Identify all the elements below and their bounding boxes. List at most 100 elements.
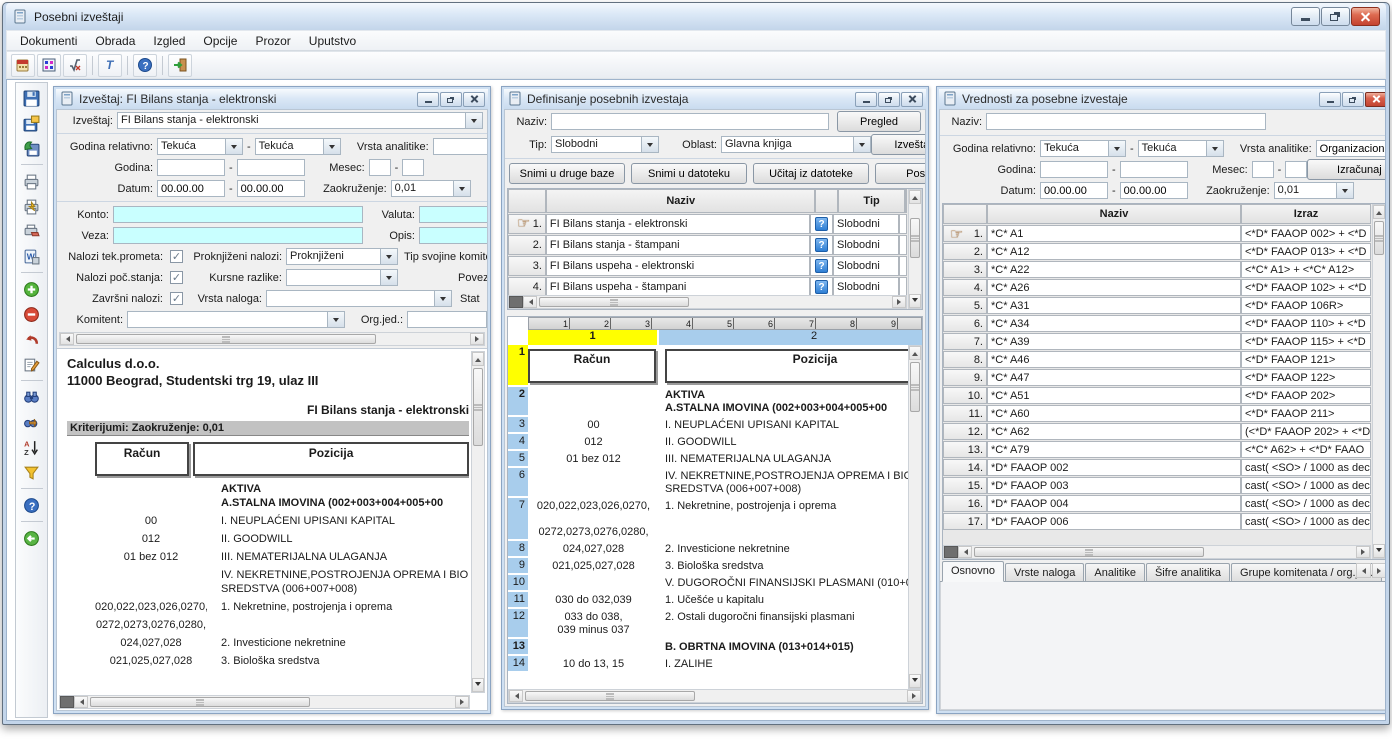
datum-to-input[interactable] <box>1120 182 1188 199</box>
grid-cell-pozicija-header[interactable]: Pozicija <box>665 349 922 383</box>
scroll-right-icon[interactable] <box>1356 546 1370 558</box>
grid-cell-pozicija[interactable]: AKTIVA A.STALNA IMOVINA (002+003+004+005… <box>659 387 922 417</box>
question-icon[interactable]: ? <box>815 280 828 294</box>
scroll-right-icon[interactable] <box>907 690 921 702</box>
komitent-select[interactable] <box>127 311 345 328</box>
vertical-scrollbar[interactable] <box>471 351 485 693</box>
grid-cell-pozicija[interactable]: V. DUGOROČNI FINANSIJSKI PLASMANI (010+0… <box>659 575 922 592</box>
help-side-button[interactable]: ? <box>20 494 44 516</box>
row-header-1[interactable]: 1 <box>508 345 528 387</box>
grid-cell-pozicija[interactable]: I. NEUPLAĆENI UPISANI KAPITAL <box>659 417 922 434</box>
tab[interactable]: Analitike <box>1085 563 1145 581</box>
vertical-scrollbar[interactable] <box>1372 204 1386 559</box>
vertical-scrollbar[interactable] <box>908 345 922 689</box>
grid-row[interactable]: 8 024,027,028 2. Investicione nekretnine <box>508 541 907 558</box>
row-header[interactable]: 6 <box>508 468 528 498</box>
orgjed-input[interactable] <box>407 311 487 328</box>
table-row[interactable]: 10. *C* A51 <*D* FAAOP 202> <box>943 386 1371 404</box>
grid-cell-racun[interactable]: 00 <box>528 417 659 434</box>
vrsta-analitike-input[interactable] <box>1316 140 1386 157</box>
row-header[interactable]: 4 <box>508 434 528 451</box>
grid-cell-racun[interactable] <box>528 575 659 592</box>
horizontal-scrollbar[interactable] <box>59 332 485 346</box>
table-row[interactable]: 9. *C* A47 <*D* FAAOP 122> <box>943 368 1371 386</box>
save-as-button[interactable] <box>20 112 44 134</box>
filter-button[interactable] <box>20 461 44 483</box>
chevron-down-icon[interactable] <box>435 290 452 307</box>
konto-input[interactable] <box>113 206 363 223</box>
vrsta-analitike-input[interactable] <box>433 138 488 155</box>
horizontal-scrollbar[interactable] <box>59 695 470 709</box>
scroll-up-icon[interactable] <box>472 352 484 366</box>
chevron-down-icon[interactable] <box>466 112 483 129</box>
close-button[interactable] <box>901 92 923 107</box>
chevron-down-icon[interactable] <box>854 136 871 153</box>
back-button[interactable] <box>20 527 44 549</box>
scroll-right-icon[interactable] <box>892 296 906 308</box>
datum-to-input[interactable] <box>237 180 305 197</box>
grid-row[interactable]: 3 00 I. NEUPLAĆENI UPISANI KAPITAL <box>508 417 907 434</box>
scroll-left-icon[interactable] <box>60 333 74 345</box>
menu-item[interactable]: Dokumenti <box>11 32 86 50</box>
proknjizeni-select[interactable]: Proknjiženi <box>286 248 398 265</box>
grid-cell-racun[interactable]: 024,027,028 <box>528 541 659 558</box>
doc-export-button[interactable]: W <box>20 245 44 267</box>
table-row[interactable]: 11. *C* A60 <*D* FAAOP 211> <box>943 404 1371 422</box>
horizontal-scrollbar[interactable] <box>508 689 922 703</box>
print-tag-button[interactable] <box>20 220 44 242</box>
table-row[interactable]: 2. *C* A12 <*D* FAAOP 013> + <*D <box>943 242 1371 260</box>
godina-rel-to-select[interactable]: Tekuća <box>255 138 341 155</box>
ucitaj-iz-datoteke-button[interactable]: Učitaj iz datoteke <box>753 163 869 184</box>
grid-body[interactable]: 1 Račun Pozicija 2 AKTIVA A.STALNA IMOVI… <box>508 345 922 689</box>
export-data-button[interactable] <box>20 137 44 159</box>
undo-button[interactable] <box>20 328 44 350</box>
grid-cell-pozicija[interactable]: IV. NEKRETNINE,POSTROJENJA OPREMA I BIOL… <box>659 468 922 498</box>
grid-cell-racun[interactable]: 012 <box>528 434 659 451</box>
grid-cell-racun[interactable] <box>528 387 659 417</box>
mesec-from-input[interactable] <box>369 159 391 176</box>
vertical-scrollbar[interactable] <box>908 189 922 309</box>
row-header[interactable]: 9 <box>508 558 528 575</box>
add-button[interactable] <box>20 278 44 300</box>
oblast-select[interactable]: Glavna knjiga <box>721 136 871 153</box>
tab[interactable]: Osnovno <box>942 561 1004 582</box>
table-row[interactable]: 14. *D* FAAOP 002 cast( <SO> / 1000 as d… <box>943 458 1371 476</box>
grid-cell-racun[interactable]: 10 do 13, 15 <box>528 656 659 673</box>
chevron-down-icon[interactable] <box>226 138 243 155</box>
row-header[interactable]: 14 <box>508 656 528 673</box>
close-button[interactable] <box>1365 92 1386 107</box>
row-header[interactable]: 8 <box>508 541 528 558</box>
nalozi-tek-checkbox[interactable]: ✓ <box>170 250 183 263</box>
godina-rel-from-select[interactable]: Tekuća <box>157 138 243 155</box>
chevron-down-icon[interactable] <box>1109 140 1126 157</box>
chevron-down-icon[interactable] <box>381 248 398 265</box>
horizontal-scrollbar[interactable] <box>508 295 907 309</box>
grid-cell-racun[interactable] <box>528 639 659 656</box>
datum-from-input[interactable] <box>157 180 225 197</box>
chevron-down-icon[interactable] <box>381 269 398 286</box>
save-button[interactable] <box>20 87 44 109</box>
chevron-down-icon[interactable] <box>1207 140 1224 157</box>
tab[interactable]: Vrste naloga <box>1005 563 1084 581</box>
izracunaj-button[interactable]: Izračunaj <box>1307 159 1386 180</box>
minimize-button[interactable] <box>855 92 877 107</box>
izvestaj-select[interactable]: FI Bilans stanja - elektronski <box>117 112 483 129</box>
scroll-up-icon[interactable] <box>909 190 921 204</box>
exit-button[interactable] <box>168 54 192 77</box>
chevron-down-icon[interactable] <box>454 180 471 197</box>
calendar-button[interactable] <box>11 54 35 77</box>
definition-window-titlebar[interactable]: Definisanje posebnih izvestaja <box>504 89 926 109</box>
scroll-up-icon[interactable] <box>909 346 921 360</box>
table-row[interactable]: 4. *C* A26 <*D* FAAOP 102> + <*D <box>943 278 1371 296</box>
zaokruzenje-select[interactable]: 0,01 <box>391 180 471 197</box>
grid-cell-pozicija[interactable]: 1. Učešće u kapitalu <box>659 592 922 609</box>
close-button[interactable] <box>463 92 485 107</box>
scroll-down-icon[interactable] <box>1373 544 1385 558</box>
scroll-right-icon[interactable] <box>455 696 469 708</box>
tab-scroll-right-icon[interactable] <box>1372 563 1386 578</box>
row-header[interactable]: 3 <box>508 417 528 434</box>
naziv-input[interactable] <box>551 113 829 130</box>
help-button[interactable]: ? <box>133 54 157 77</box>
godina-rel-from-select[interactable]: Tekuća <box>1040 140 1126 157</box>
tab[interactable]: Šifre analitika <box>1146 563 1230 581</box>
